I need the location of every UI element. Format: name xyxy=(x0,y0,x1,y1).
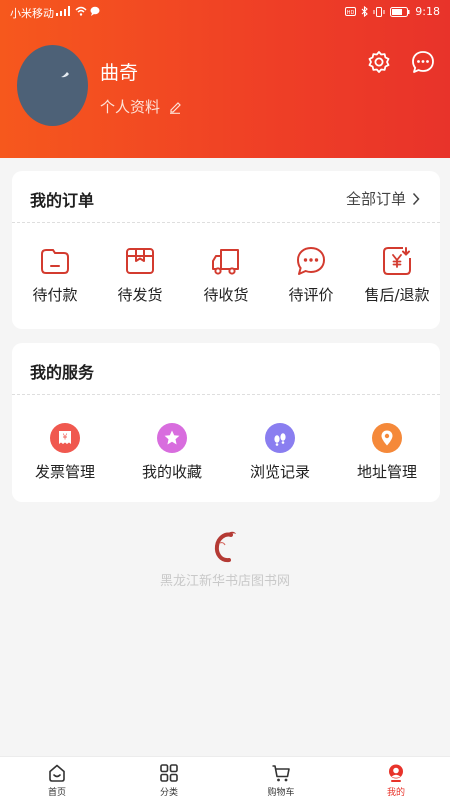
package-icon xyxy=(126,248,154,274)
tab-label: 购物车 xyxy=(267,788,295,798)
brand-footer: 黑龙江新华书店图书网 xyxy=(0,530,450,589)
status-bar: 小米移动 HD 9:18 xyxy=(0,0,450,24)
orders-card: 我的订单 全部订单 待付款 待发货 待收货 待评价 售后/退款 xyxy=(12,171,440,329)
order-label: 待付款 xyxy=(32,286,78,304)
service-favorites[interactable]: 我的收藏 xyxy=(122,423,222,482)
signal-icon xyxy=(56,6,70,16)
order-after-sales[interactable]: 售后/退款 xyxy=(355,245,439,305)
tab-home[interactable]: 首页 xyxy=(22,763,92,798)
cart-icon xyxy=(272,765,290,782)
svg-text:¥: ¥ xyxy=(63,433,68,442)
messages-button[interactable] xyxy=(410,49,436,75)
star-icon xyxy=(157,423,187,453)
wifi-icon xyxy=(75,6,87,16)
user-name[interactable]: 曲奇 xyxy=(100,58,138,85)
chevron-right-icon xyxy=(412,192,420,205)
invoice-icon: ¥ xyxy=(50,423,80,453)
tab-label: 分类 xyxy=(159,788,178,798)
footprint-icon xyxy=(265,423,295,453)
service-label: 地址管理 xyxy=(356,463,417,481)
all-orders-label: 全部订单 xyxy=(345,190,406,208)
order-label: 待收货 xyxy=(203,286,249,304)
svg-text:HD: HD xyxy=(347,10,355,16)
tab-category[interactable]: 分类 xyxy=(134,763,204,798)
profile-header: 小米移动 HD 9:18 曲奇 个人资料 xyxy=(0,0,450,158)
order-pending-receipt[interactable]: 待收货 xyxy=(184,245,268,305)
tab-cart[interactable]: 购物车 xyxy=(246,763,316,798)
order-pending-shipment[interactable]: 待发货 xyxy=(98,245,182,305)
order-label: 待评价 xyxy=(288,286,334,304)
service-address-management[interactable]: 地址管理 xyxy=(337,423,437,482)
system-status: HD 9:18 xyxy=(345,5,440,18)
signal-indicators xyxy=(56,6,100,16)
orders-card-header: 我的订单 全部订单 xyxy=(12,171,440,223)
profile-link-label: 个人资料 xyxy=(100,98,161,116)
brand-text: 黑龙江新华书店图书网 xyxy=(159,574,290,589)
settings-button[interactable] xyxy=(366,49,392,75)
tab-label: 首页 xyxy=(47,788,66,798)
orders-title: 我的订单 xyxy=(30,191,95,210)
carrier-name: 小米移动 xyxy=(10,7,54,20)
service-label: 我的收藏 xyxy=(141,463,202,481)
gear-icon xyxy=(368,51,390,73)
order-pending-payment[interactable]: 待付款 xyxy=(13,245,97,305)
home-icon xyxy=(49,764,65,782)
bluetooth-icon xyxy=(361,6,369,17)
location-icon xyxy=(372,423,402,453)
hd-icon: HD xyxy=(345,7,357,16)
order-label: 待发货 xyxy=(117,286,163,304)
services-title: 我的服务 xyxy=(30,363,95,382)
category-icon xyxy=(160,764,178,782)
chat-notification-icon xyxy=(90,6,100,16)
service-invoice-management[interactable]: ¥ 发票管理 xyxy=(15,423,115,482)
comment-icon xyxy=(297,247,325,275)
order-label: 售后/退款 xyxy=(364,286,430,304)
brand-logo xyxy=(214,531,236,563)
services-card-header: 我的服务 xyxy=(12,343,440,395)
bottom-tab-bar: 首页 分类 购物车 我的 xyxy=(0,756,450,800)
edit-icon xyxy=(170,101,181,114)
wallet-icon xyxy=(41,249,69,274)
tab-profile[interactable]: 我的 xyxy=(361,763,431,798)
moon-icon xyxy=(61,72,69,78)
services-card: 我的服务 ¥ 发票管理 我的收藏 浏览记录 地址管理 xyxy=(12,343,440,502)
order-pending-review[interactable]: 待评价 xyxy=(269,245,353,305)
profile-icon xyxy=(389,764,403,782)
message-icon xyxy=(412,51,434,73)
service-label: 发票管理 xyxy=(34,463,95,481)
refund-icon xyxy=(383,247,411,275)
vibrate-icon xyxy=(373,6,385,17)
clock: 9:18 xyxy=(415,5,440,18)
service-browsing-history[interactable]: 浏览记录 xyxy=(230,423,330,482)
truck-icon xyxy=(212,249,239,275)
battery-icon xyxy=(390,6,410,17)
all-orders-link[interactable]: 全部订单 xyxy=(346,188,420,209)
service-label: 浏览记录 xyxy=(249,463,310,481)
profile-link[interactable]: 个人资料 xyxy=(100,96,182,117)
avatar[interactable] xyxy=(17,45,88,126)
tab-label: 我的 xyxy=(386,788,405,798)
